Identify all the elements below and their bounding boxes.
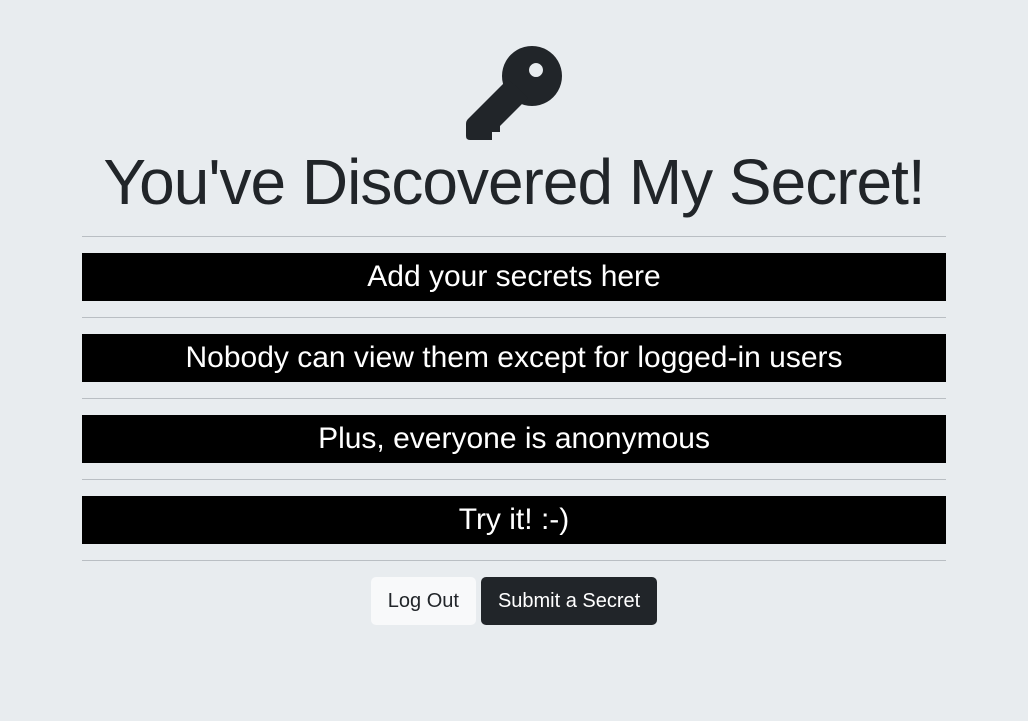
divider: [82, 398, 946, 399]
logout-button[interactable]: Log Out: [370, 577, 476, 625]
divider: [82, 479, 946, 480]
secrets-list: Add your secrets here Nobody can view th…: [82, 236, 946, 625]
secrets-page: You've Discovered My Secret! Add your se…: [0, 0, 1028, 721]
secret-item: Plus, everyone is anonymous: [82, 415, 946, 463]
secret-item: Nobody can view them except for logged-i…: [82, 334, 946, 382]
action-buttons: Log Out Submit a Secret: [82, 577, 946, 625]
divider: [82, 317, 946, 318]
key-icon: [466, 46, 562, 140]
page-title: You've Discovered My Secret!: [103, 146, 925, 218]
secret-item: Add your secrets here: [82, 253, 946, 301]
submit-secret-button[interactable]: Submit a Secret: [480, 577, 658, 625]
divider: [82, 236, 946, 237]
divider: [82, 560, 946, 561]
secret-item: Try it! :-): [82, 496, 946, 544]
